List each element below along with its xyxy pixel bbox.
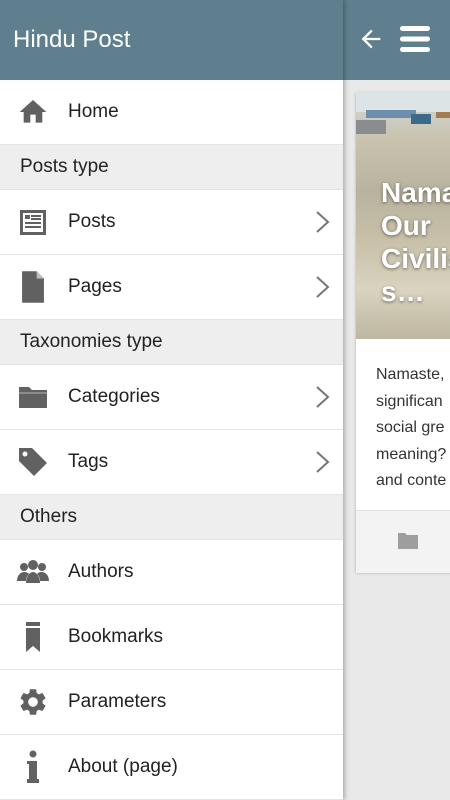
chevron-right-icon: [313, 210, 331, 234]
gear-icon: [16, 685, 50, 719]
folder-icon: [16, 380, 50, 414]
menu-item-label: Authors: [68, 561, 134, 582]
menu-item-label: Posts: [68, 211, 116, 232]
post-title: Nama Our Civilis s…: [381, 177, 450, 307]
bookmark-icon: [16, 620, 50, 654]
chevron-right-icon: [313, 275, 331, 299]
post-excerpt: Namaste, significan social gre meaning? …: [376, 366, 447, 489]
menu-item-authors[interactable]: Authors: [0, 540, 343, 605]
post-card-footer: [356, 510, 450, 573]
info-icon: [16, 750, 50, 784]
menu-item-about[interactable]: About (page): [0, 735, 343, 800]
back-arrow-icon[interactable]: [357, 25, 385, 53]
menu-item-categories[interactable]: Categories: [0, 365, 343, 430]
menu-item-label: Tags: [68, 451, 109, 472]
pages-icon: [16, 270, 50, 304]
section-header-others: Others: [0, 495, 343, 540]
post-image: Nama Our Civilis s…: [356, 92, 450, 339]
navigation-drawer: Hindu Post Home Posts type Posts Pages T…: [0, 0, 343, 800]
menu-item-home[interactable]: Home: [0, 80, 343, 145]
menu-item-posts[interactable]: Posts: [0, 190, 343, 255]
chevron-right-icon: [313, 385, 331, 409]
folder-icon[interactable]: [396, 531, 420, 556]
chevron-right-icon: [313, 450, 331, 474]
app-bar-actions: [343, 0, 450, 80]
menu-item-label: Home: [68, 101, 119, 122]
menu-item-pages[interactable]: Pages: [0, 255, 343, 320]
menu-item-label: Pages: [68, 276, 122, 297]
section-header-posts-type: Posts type: [0, 145, 343, 190]
people-icon: [16, 555, 50, 589]
menu-icon[interactable]: [399, 24, 431, 54]
app-title: Hindu Post: [13, 26, 131, 53]
home-icon: [16, 95, 50, 129]
menu-item-label: Parameters: [68, 691, 167, 712]
menu-item-tags[interactable]: Tags: [0, 430, 343, 495]
menu-item-parameters[interactable]: Parameters: [0, 670, 343, 735]
post-card[interactable]: Nama Our Civilis s… Namaste, significan …: [356, 92, 450, 573]
section-header-taxonomies-type: Taxonomies type: [0, 320, 343, 365]
menu-item-label: About (page): [68, 756, 178, 777]
menu-item-label: Bookmarks: [68, 626, 164, 647]
posts-icon: [16, 205, 50, 239]
menu-item-bookmarks[interactable]: Bookmarks: [0, 605, 343, 670]
menu-item-label: Categories: [68, 386, 160, 407]
drawer-header: Hindu Post: [0, 0, 343, 80]
tag-icon: [16, 445, 50, 479]
